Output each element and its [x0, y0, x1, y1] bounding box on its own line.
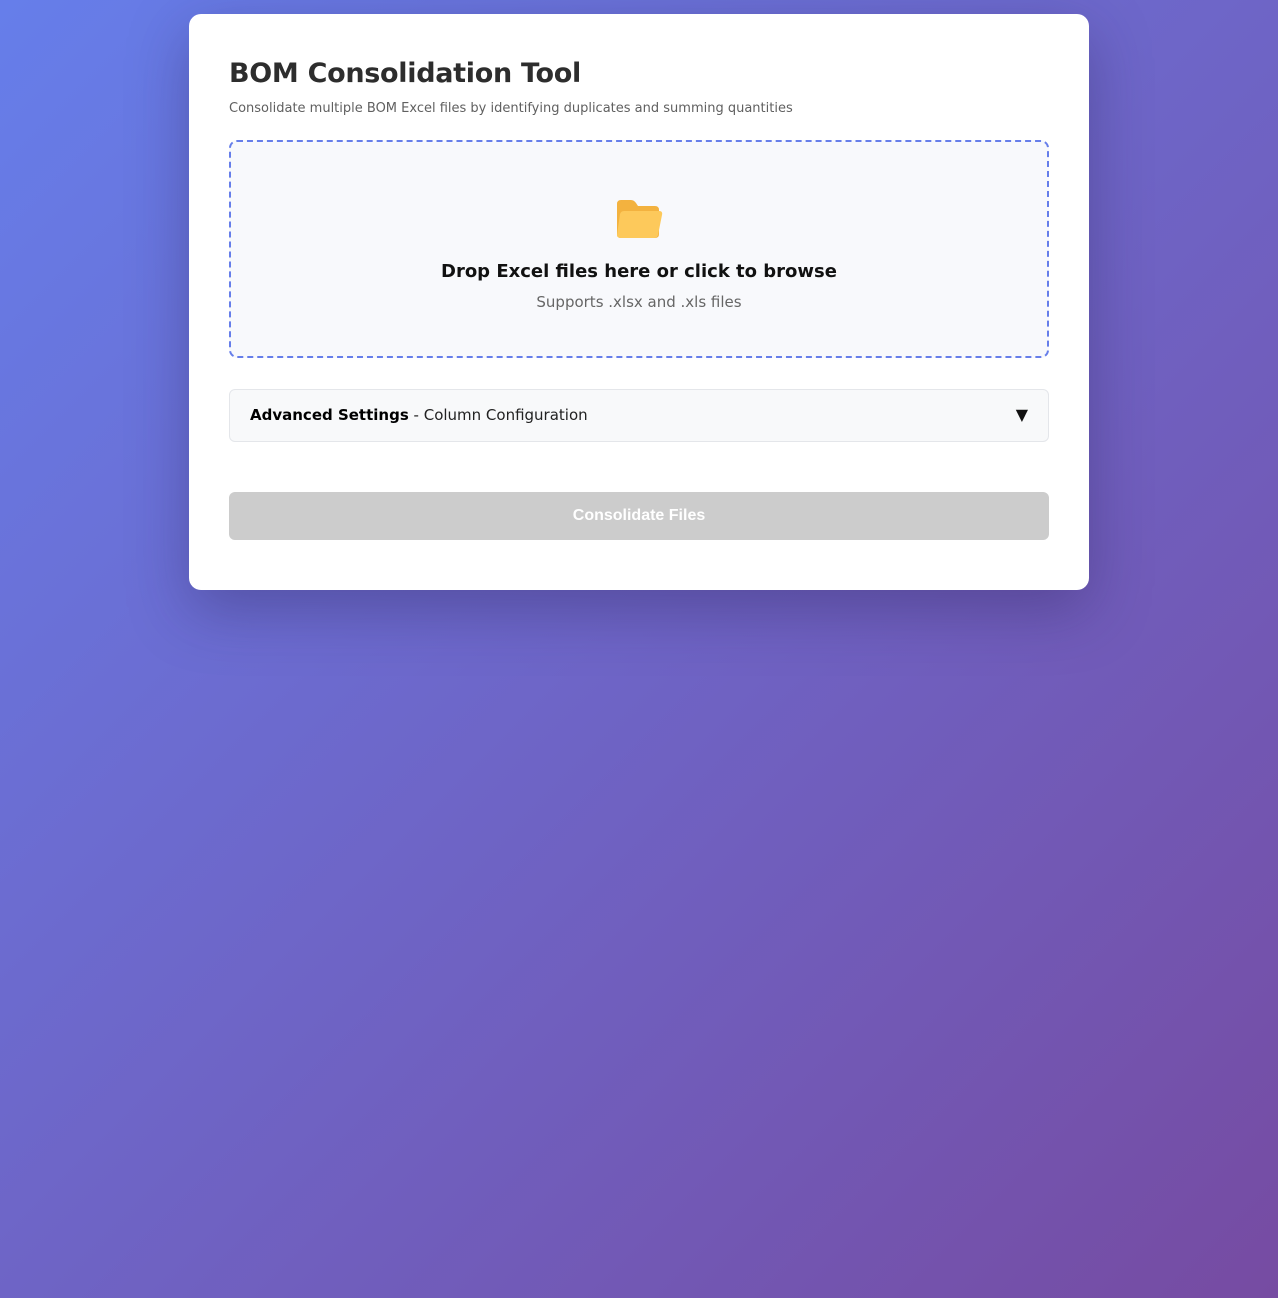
page-title: BOM Consolidation Tool: [229, 58, 581, 89]
main-card: BOM Consolidation Tool Consolidate multi…: [189, 14, 1089, 590]
advanced-settings-desc: - Column Configuration: [408, 406, 588, 425]
advanced-settings-toggle[interactable]: Advanced Settings - Column Configuration…: [229, 388, 1049, 442]
folder-icon: [617, 199, 663, 238]
advanced-settings-title: Advanced Settings: [250, 406, 409, 425]
drop-zone-hint: Supports .xlsx and .xls files: [536, 292, 742, 311]
advanced-settings-label: Advanced Settings - Column Configuration: [250, 406, 1016, 424]
chevron-down-icon[interactable]: ▼: [1016, 407, 1028, 423]
consolidate-files-button[interactable]: Consolidate Files: [229, 491, 1049, 540]
page-subtitle: Consolidate multiple BOM Excel files by …: [229, 101, 793, 116]
drop-zone-title: Drop Excel files here or click to browse: [441, 260, 837, 282]
file-drop-zone[interactable]: Drop Excel files here or click to browse…: [229, 139, 1049, 358]
